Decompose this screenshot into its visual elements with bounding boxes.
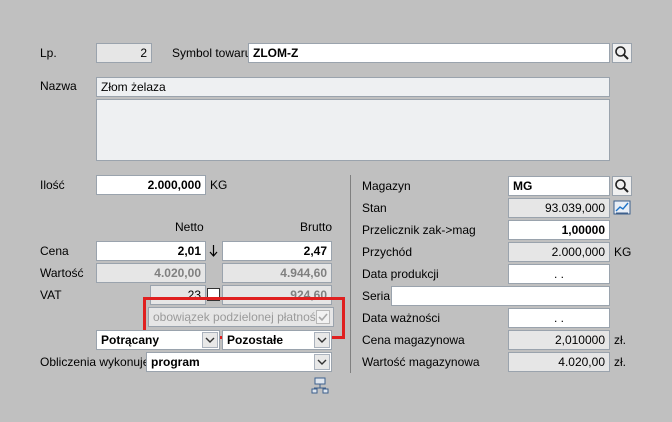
search-icon bbox=[615, 179, 629, 193]
network-settings-button[interactable] bbox=[311, 377, 329, 395]
potracany-value: Potrącany bbox=[101, 333, 160, 347]
cena-brutto-input[interactable]: 2,47 bbox=[222, 241, 332, 261]
obliczenia-label: Obliczenia wykonuje: bbox=[40, 355, 153, 369]
obliczenia-dropdown-button[interactable] bbox=[314, 354, 330, 370]
wartosc-brutto-field: 4.944,60 bbox=[222, 263, 332, 283]
przelicznik-input[interactable]: 1,00000 bbox=[508, 220, 610, 240]
ilosc-label: Ilość bbox=[40, 178, 65, 192]
seria-label: Seria bbox=[362, 289, 391, 303]
cena-label: Cena bbox=[40, 244, 69, 258]
chevron-down-icon bbox=[205, 337, 215, 343]
obliczenia-select[interactable]: program bbox=[146, 352, 332, 372]
data-waznosci-input[interactable]: . . bbox=[508, 308, 610, 328]
przychod-unit: KG bbox=[614, 245, 632, 259]
ilosc-unit: KG bbox=[210, 178, 228, 192]
przychod-field: 2.000,000 bbox=[508, 242, 610, 262]
symbol-search-button[interactable] bbox=[612, 43, 632, 63]
section-divider bbox=[350, 175, 351, 373]
ilosc-input[interactable]: 2.000,000 bbox=[96, 175, 206, 195]
data-waznosci-label: Data ważności bbox=[362, 311, 441, 325]
nazwa-label: Nazwa bbox=[40, 79, 77, 93]
data-produkcji-label: Data produkcji bbox=[362, 267, 439, 281]
cena-netto-input[interactable]: 2,01 bbox=[96, 241, 206, 261]
wartosc-netto-field: 4.020,00 bbox=[96, 263, 206, 283]
netto-header: Netto bbox=[175, 220, 204, 234]
brutto-header: Brutto bbox=[300, 220, 333, 234]
symbol-input[interactable]: ZLOM-Z bbox=[248, 43, 610, 63]
wartosc-label: Wartość bbox=[40, 266, 84, 280]
nazwa-input[interactable]: Złom żelaza bbox=[96, 77, 610, 97]
potracany-select[interactable]: Potrącany bbox=[96, 330, 220, 350]
pozostale-dropdown-button[interactable] bbox=[314, 332, 330, 348]
wartosc-magazynowa-label: Wartość magazynowa bbox=[362, 355, 480, 369]
vat-label: VAT bbox=[40, 288, 62, 302]
magazyn-label: Magazyn bbox=[362, 179, 411, 193]
stan-label: Stan bbox=[362, 201, 387, 215]
stock-chart-icon bbox=[613, 200, 631, 215]
search-icon bbox=[615, 46, 629, 60]
magazyn-search-button[interactable] bbox=[612, 176, 632, 196]
lp-field: 2 bbox=[96, 43, 152, 63]
pozostale-value: Pozostałe bbox=[227, 333, 284, 347]
cena-magazynowa-label: Cena magazynowa bbox=[362, 333, 465, 347]
lp-label: Lp. bbox=[40, 46, 57, 60]
wartosc-magazynowa-field: 4.020,00 bbox=[508, 352, 610, 372]
pozostale-select[interactable]: Pozostałe bbox=[222, 330, 332, 350]
cena-magazynowa-unit: zł. bbox=[614, 333, 626, 347]
data-produkcji-input[interactable]: . . bbox=[508, 264, 610, 284]
wartosc-magazynowa-unit: zł. bbox=[614, 355, 626, 369]
cena-magazynowa-field: 2,010000 bbox=[508, 330, 610, 350]
potracany-dropdown-button[interactable] bbox=[202, 332, 218, 348]
stock-details-button[interactable] bbox=[613, 199, 631, 217]
arrow-down-icon bbox=[209, 245, 218, 257]
chevron-down-icon bbox=[317, 359, 327, 365]
obliczenia-value: program bbox=[151, 355, 200, 369]
nazwa-extra-textarea[interactable] bbox=[96, 99, 610, 161]
price-direction-toggle[interactable] bbox=[207, 241, 220, 261]
chevron-down-icon bbox=[317, 337, 327, 343]
przychod-label: Przychód bbox=[362, 245, 413, 259]
magazyn-input[interactable]: MG bbox=[508, 176, 610, 196]
stan-field: 93.039,000 bbox=[508, 198, 610, 218]
network-settings-icon bbox=[311, 377, 329, 394]
symbol-label: Symbol towaru bbox=[172, 46, 252, 60]
seria-input[interactable] bbox=[391, 286, 610, 306]
przelicznik-label: Przelicznik zak->mag bbox=[362, 223, 476, 237]
